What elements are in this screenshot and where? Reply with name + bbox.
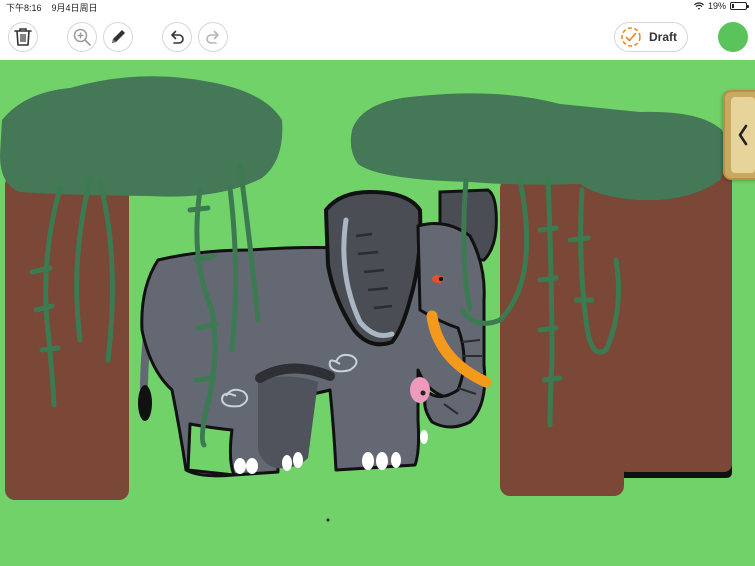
side-panel-tab[interactable] — [723, 90, 755, 180]
tree-foliage-right — [350, 93, 727, 201]
status-time: 下午8:16 — [6, 3, 42, 13]
stray-dot — [326, 518, 330, 522]
elephant-hind-leg — [258, 376, 318, 469]
toolbar: Draft — [0, 14, 755, 60]
status-bar: 下午8:16 9月4日周日 19% — [0, 0, 755, 14]
chevron-left-icon — [738, 124, 748, 146]
pen-button[interactable] — [103, 22, 133, 52]
zoom-in-icon — [73, 28, 91, 46]
artwork — [0, 76, 732, 522]
done-button[interactable] — [718, 22, 748, 52]
trash-icon — [14, 28, 32, 46]
undo-button[interactable] — [162, 22, 192, 52]
battery-percent: 19% — [707, 1, 726, 11]
zoom-button[interactable] — [67, 22, 97, 52]
battery-icon — [730, 2, 749, 10]
wifi-icon — [694, 2, 704, 10]
status-right: 19% — [694, 1, 749, 11]
pink-flower — [410, 377, 430, 403]
redo-button[interactable] — [198, 22, 228, 52]
side-panel-tab-inner — [731, 97, 755, 173]
status-left: 下午8:16 9月4日周日 — [6, 1, 98, 14]
battery-level — [732, 4, 735, 8]
draft-button[interactable]: Draft — [614, 22, 688, 52]
tree-trunk-right-back — [618, 155, 732, 472]
draft-label: Draft — [649, 30, 678, 44]
pencil-icon — [112, 30, 125, 43]
dashed-check-circle-icon — [621, 27, 641, 47]
drawing-canvas[interactable] — [0, 60, 755, 566]
elephant-pupil — [438, 276, 444, 282]
delete-button[interactable] — [8, 22, 38, 52]
redo-icon — [206, 30, 219, 44]
pink-flower-center — [420, 390, 426, 396]
status-date: 9月4日周日 — [51, 3, 98, 13]
undo-icon — [171, 30, 184, 44]
elephant-tail-tuft — [138, 385, 152, 421]
tree-trunk-right-front — [500, 178, 624, 496]
